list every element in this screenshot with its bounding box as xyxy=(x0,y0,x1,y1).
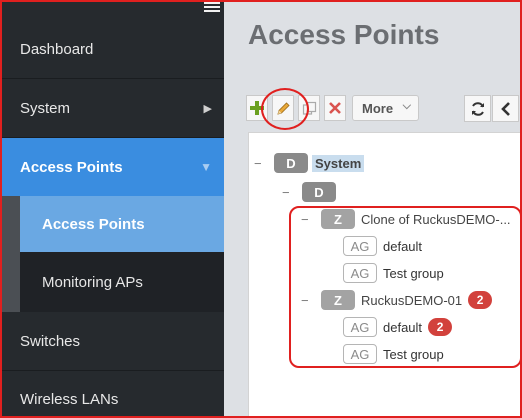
sidebar-item-dashboard[interactable]: Dashboard xyxy=(2,20,224,78)
delete-button[interactable] xyxy=(324,95,346,121)
sidebar-subitem-label: Access Points xyxy=(42,215,145,233)
sidebar-item-system[interactable]: System ▶ xyxy=(2,79,224,137)
sidebar-item-access-points[interactable]: Access Points ▼ xyxy=(2,138,224,196)
chevron-down-icon: ⌵ xyxy=(402,100,411,112)
refresh-icon xyxy=(471,101,484,116)
sidebar-submenu: Access Points Monitoring APs xyxy=(2,196,224,312)
sidebar-item-label: System xyxy=(20,99,71,117)
collapse-button[interactable] xyxy=(492,95,519,122)
sidebar-item-switches[interactable]: Switches xyxy=(2,312,224,370)
delete-icon xyxy=(329,102,341,114)
sidebar: Dashboard System ▶ Access Points ▼ Acces… xyxy=(2,2,224,416)
submenu-rail xyxy=(2,196,20,312)
sidebar-item-label: Dashboard xyxy=(20,40,94,58)
chevron-left-icon xyxy=(500,101,510,116)
more-dropdown[interactable]: More ⌵ xyxy=(352,95,419,121)
sidebar-item-label: Wireless LANs xyxy=(20,390,119,408)
sidebar-subitem-label: Monitoring APs xyxy=(42,273,143,291)
tree-node-label: System xyxy=(312,154,365,172)
tree-node-system[interactable]: − D System xyxy=(254,152,365,174)
menu-icon[interactable] xyxy=(204,2,220,12)
highlight-circle xyxy=(261,88,309,130)
collapse-toggle[interactable]: − xyxy=(254,156,266,171)
sidebar-item-label: Switches xyxy=(20,332,81,350)
highlight-rectangle xyxy=(289,206,522,368)
sidebar-item-label: Access Points xyxy=(20,158,123,176)
sidebar-item-wireless-lans[interactable]: Wireless LANs xyxy=(2,371,224,416)
more-label: More xyxy=(362,100,394,116)
chevron-down-icon: ▼ xyxy=(200,160,212,174)
tree-node-domain[interactable]: − D xyxy=(282,181,336,203)
domain-badge: D xyxy=(274,153,308,173)
refresh-button[interactable] xyxy=(464,95,491,122)
chevron-right-icon: ▶ xyxy=(203,102,212,115)
collapse-toggle[interactable]: − xyxy=(282,185,294,200)
sidebar-subitem-access-points[interactable]: Access Points xyxy=(20,196,224,252)
page-title: Access Points xyxy=(248,19,440,50)
domain-badge: D xyxy=(302,182,336,202)
sidebar-subitem-monitoring-aps[interactable]: Monitoring APs xyxy=(20,254,224,310)
